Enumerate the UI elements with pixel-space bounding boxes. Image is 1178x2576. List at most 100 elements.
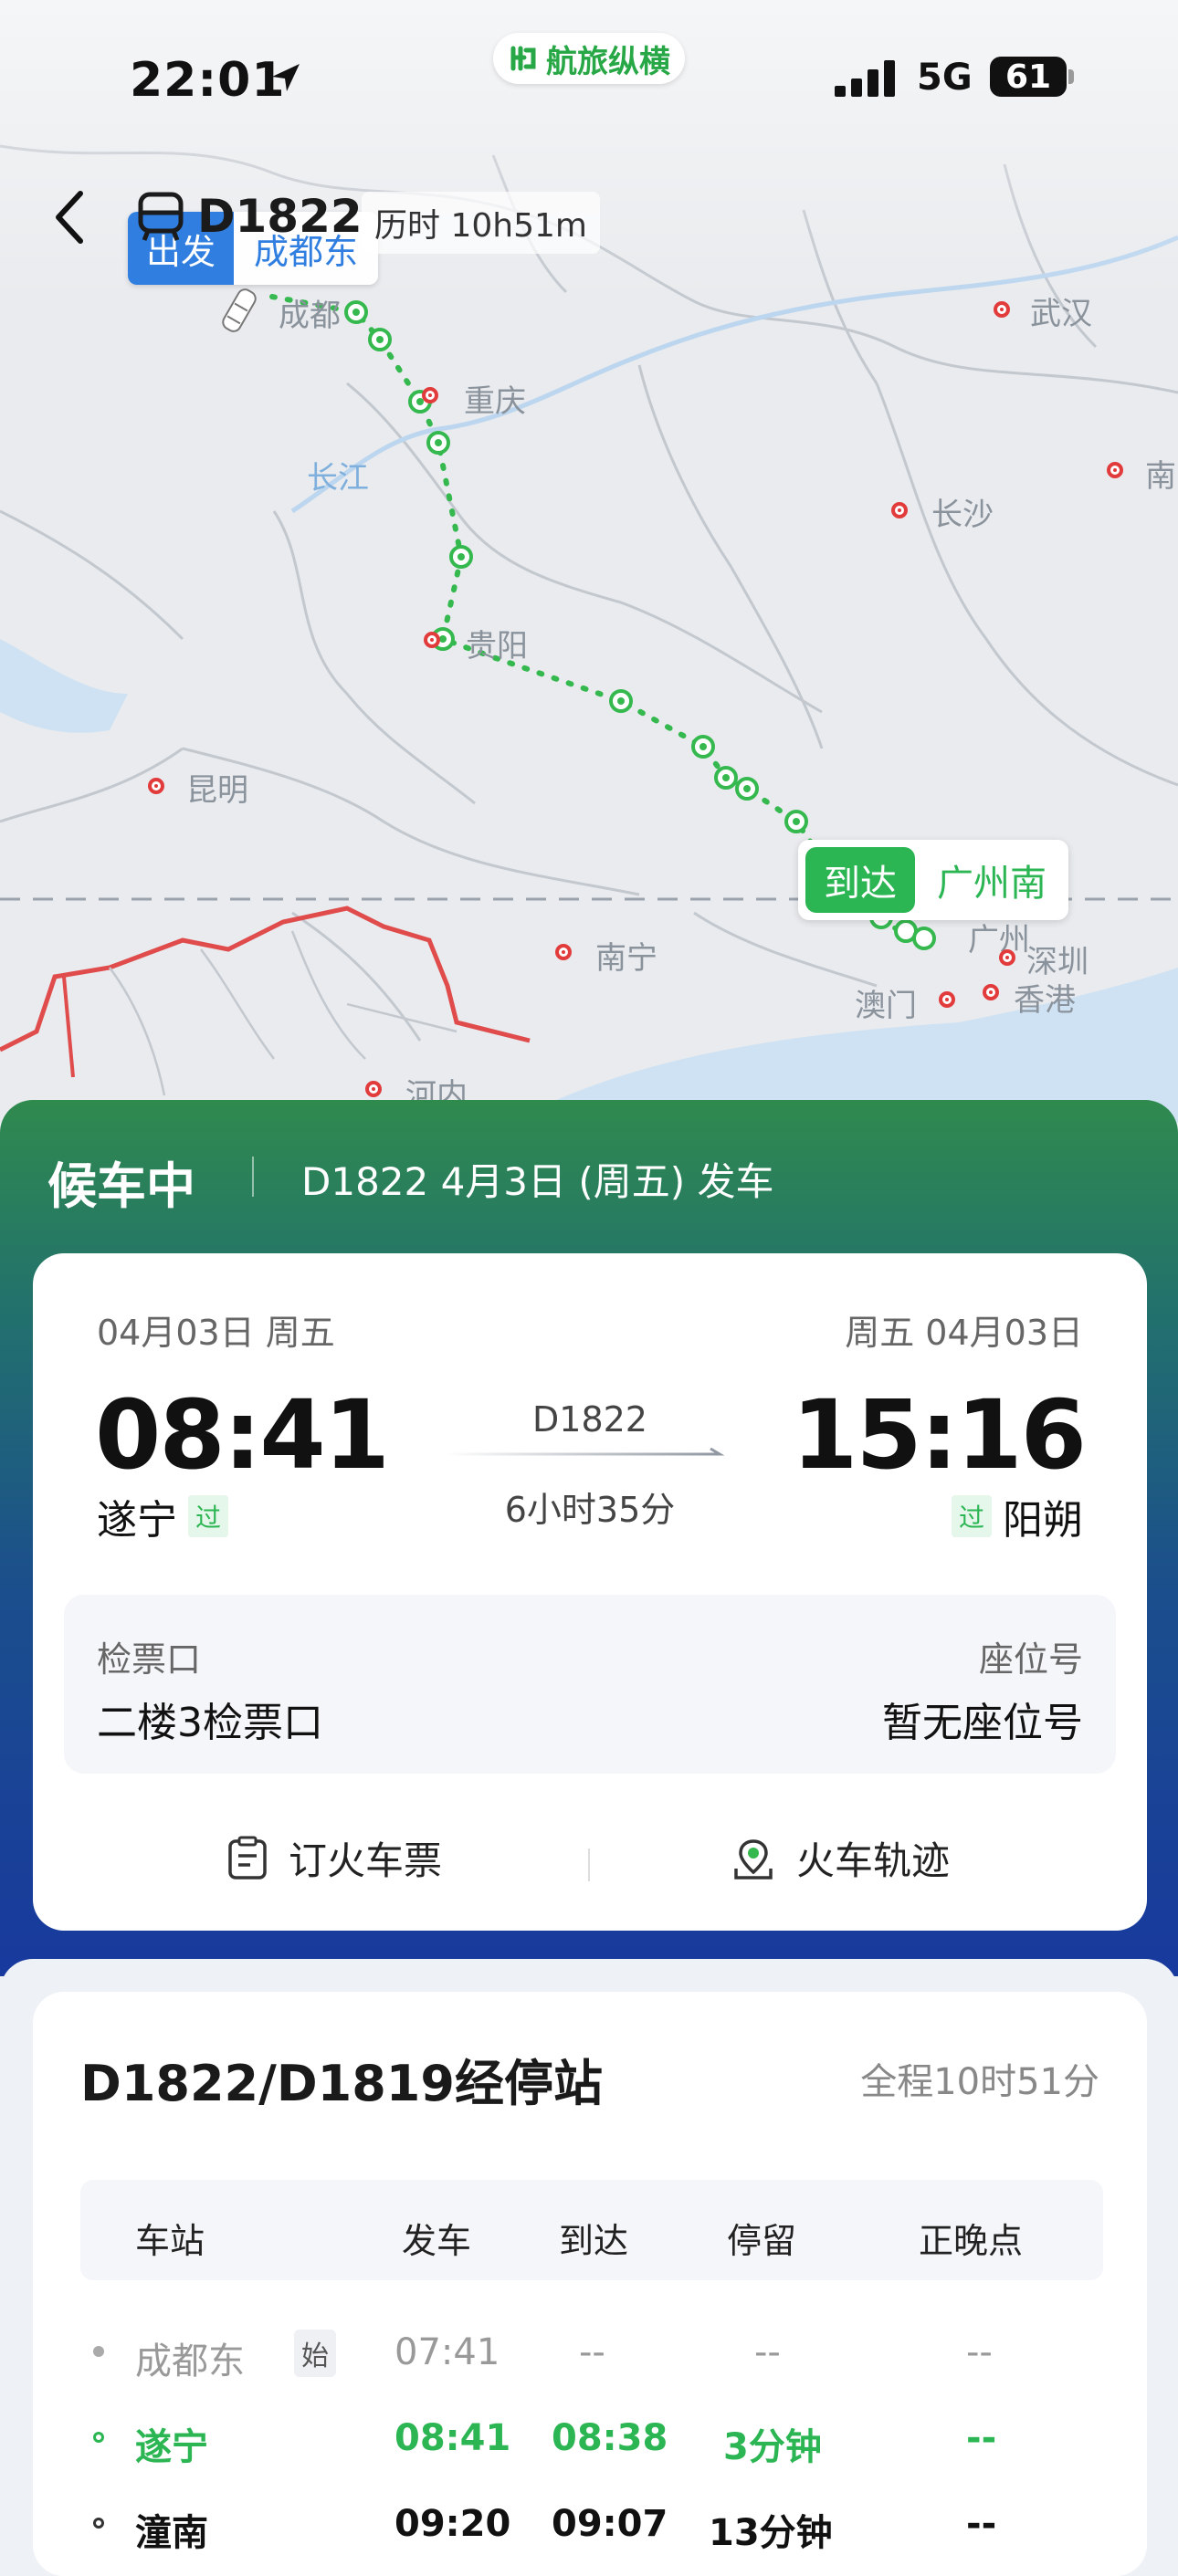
header-delay: 正晚点 [919,2221,1024,2261]
arrival-station: 过 阳朔 [951,1487,1083,1545]
city-dot-shenzhen [999,949,1015,966]
train-track-button[interactable]: 火车轨迹 [731,1830,950,1886]
city-label-chengdu: 成都 [279,298,341,334]
stop-bullet [93,2518,104,2529]
stop-arrive: -- [579,2331,605,2373]
arrival-station-name: 阳朔 [1003,1497,1083,1544]
location-arrow-icon [272,64,300,91]
departure-station-name: 遂宁 [97,1497,177,1544]
signal-icon [835,60,895,97]
train-icon [138,192,184,241]
stop-row[interactable]: 遂宁 08:41 08:38 3分钟 -- [80,2395,1103,2477]
city-label-hongkong: 香港 [1014,982,1076,1019]
arrival-date: 周五 04月03日 [845,1313,1083,1353]
header-stay: 停留 [727,2221,797,2261]
total-duration-chip: 历时 10h51m [362,192,600,254]
chevron-left-icon [56,191,83,244]
city-label-kunming: 昆明 [186,772,248,809]
stop-station: 潼南 [135,2512,208,2554]
route-stop-centers [352,309,800,825]
battery-tip [1068,69,1074,84]
stop-row[interactable]: 潼南 09:20 09:07 13分钟 -- [80,2481,1103,2563]
action-divider [588,1848,590,1881]
ticket-train-number: D1822 [532,1399,647,1440]
seat-label: 座位号 [978,1639,1083,1680]
arrive-tag: 到达 [805,847,915,913]
action-row: 订火车票 火车轨迹 [33,1812,1147,1903]
stop-stay: 3分钟 [723,2426,822,2468]
back-button[interactable] [42,183,97,252]
stop-arrive: 08:38 [552,2417,668,2459]
river-label-yangtze: 长江 [307,460,369,497]
city-label-nanning: 南宁 [595,940,657,977]
ticket-card: 04月03日 周五 周五 04月03日 08:41 15:16 D1822 6小… [33,1253,1147,1931]
stop-station: 遂宁 [135,2426,208,2468]
city-dot-chongqing [422,387,438,403]
train-track-label: 火车轨迹 [796,1838,951,1883]
city-dot-kunming [148,778,164,794]
city-label-changsha: 长沙 [931,497,994,533]
stop-bullet [93,2432,104,2443]
app-indicator-pill[interactable]: 航旅纵横 [493,33,685,84]
stop-depart: 08:41 [394,2417,511,2459]
location-pin-icon [734,1838,773,1880]
stop-arrive: 09:07 [552,2503,668,2545]
header-depart: 发车 [402,2221,472,2261]
header-arrive: 到达 [559,2221,629,2261]
header-station: 车站 [135,2221,205,2261]
stops-total-duration: 全程10时51分 [860,2061,1099,2103]
status-bar: 22:01 航旅纵横 5G 61 [0,0,1178,155]
stops-table-header: 车站 发车 到达 停留 正晚点 [80,2180,1103,2280]
lake-area [0,639,128,733]
city-label-guangzhou: 广州 [968,922,1030,958]
foreign-borders [108,930,458,1096]
gate-value: 二楼3检票口 [97,1700,323,1746]
arrive-station: 广州南 [937,863,1047,905]
route-map[interactable]: 武汉 成都 重庆 长江 长沙 南 贵阳 昆明 南宁 广州 深圳 香港 澳门 河内… [0,0,1178,1123]
city-dot-hongkong [983,984,999,1000]
status-panel: 候车中 D1822 4月3日 (周五) 发车 04月03日 周五 周五 04月0… [0,1100,1178,1976]
departure-station: 遂宁 过 [97,1487,229,1545]
app-logo-icon [510,46,536,71]
stop-stay: -- [754,2331,781,2373]
stop-row[interactable]: 成都东 始 07:41 -- -- -- [80,2309,1103,2392]
city-label-nan: 南 [1145,458,1176,495]
ticket-list-icon [228,1836,267,1880]
arrive-label: 到达 广州南 [798,840,1068,920]
journey-arrow-icon [446,1447,725,1456]
city-dot-nanning [555,944,572,960]
gate-label: 检票口 [97,1639,202,1680]
stop-delay: -- [966,2503,997,2545]
battery-icon: 61 [990,57,1067,97]
book-train-ticket-button[interactable]: 订火车票 [226,1830,442,1886]
city-dot-nan [1107,462,1123,478]
city-label-macau: 澳门 [855,988,917,1024]
departure-info: D1822 4月3日 (周五) 发车 [301,1159,774,1204]
pass-through-badge: 过 [188,1495,229,1537]
origin-badge: 始 [294,2330,336,2377]
app-name: 航旅纵横 [546,43,670,80]
stop-delay: -- [966,2417,997,2459]
stops-panel: D1822/D1819经停站 全程10时51分 车站 发车 到达 停留 正晚点 … [0,1959,1178,2576]
gate-seat-box: 检票口 二楼3检票口 座位号 暂无座位号 [64,1595,1116,1774]
city-dot-hanoi [365,1081,382,1097]
city-label-wuhan: 武汉 [1030,296,1092,332]
national-border [0,906,531,1052]
trip-status: 候车中 [47,1157,195,1215]
stop-depart: 07:41 [394,2331,500,2373]
stops-title: D1822/D1819经停站 [80,2055,603,2112]
city-dot-guiyang [424,632,440,648]
train-header: D1822 [135,190,363,243]
stop-stay: 13分钟 [709,2512,833,2554]
train-number-title: D1822 [197,190,363,243]
city-label-chongqing: 重庆 [464,383,526,420]
departure-date: 04月03日 周五 [97,1313,335,1353]
clock: 22:01 [130,53,286,108]
pass-through-badge: 过 [951,1495,992,1537]
stop-delay: -- [966,2331,993,2373]
stops-card: D1822/D1819经停站 全程10时51分 车站 发车 到达 停留 正晚点 … [33,1992,1147,2576]
stop-depart: 09:20 [394,2503,511,2545]
stop-bullet [93,2346,104,2357]
stop-station: 成都东 [135,2340,245,2382]
city-label-guiyang: 贵阳 [466,628,528,665]
